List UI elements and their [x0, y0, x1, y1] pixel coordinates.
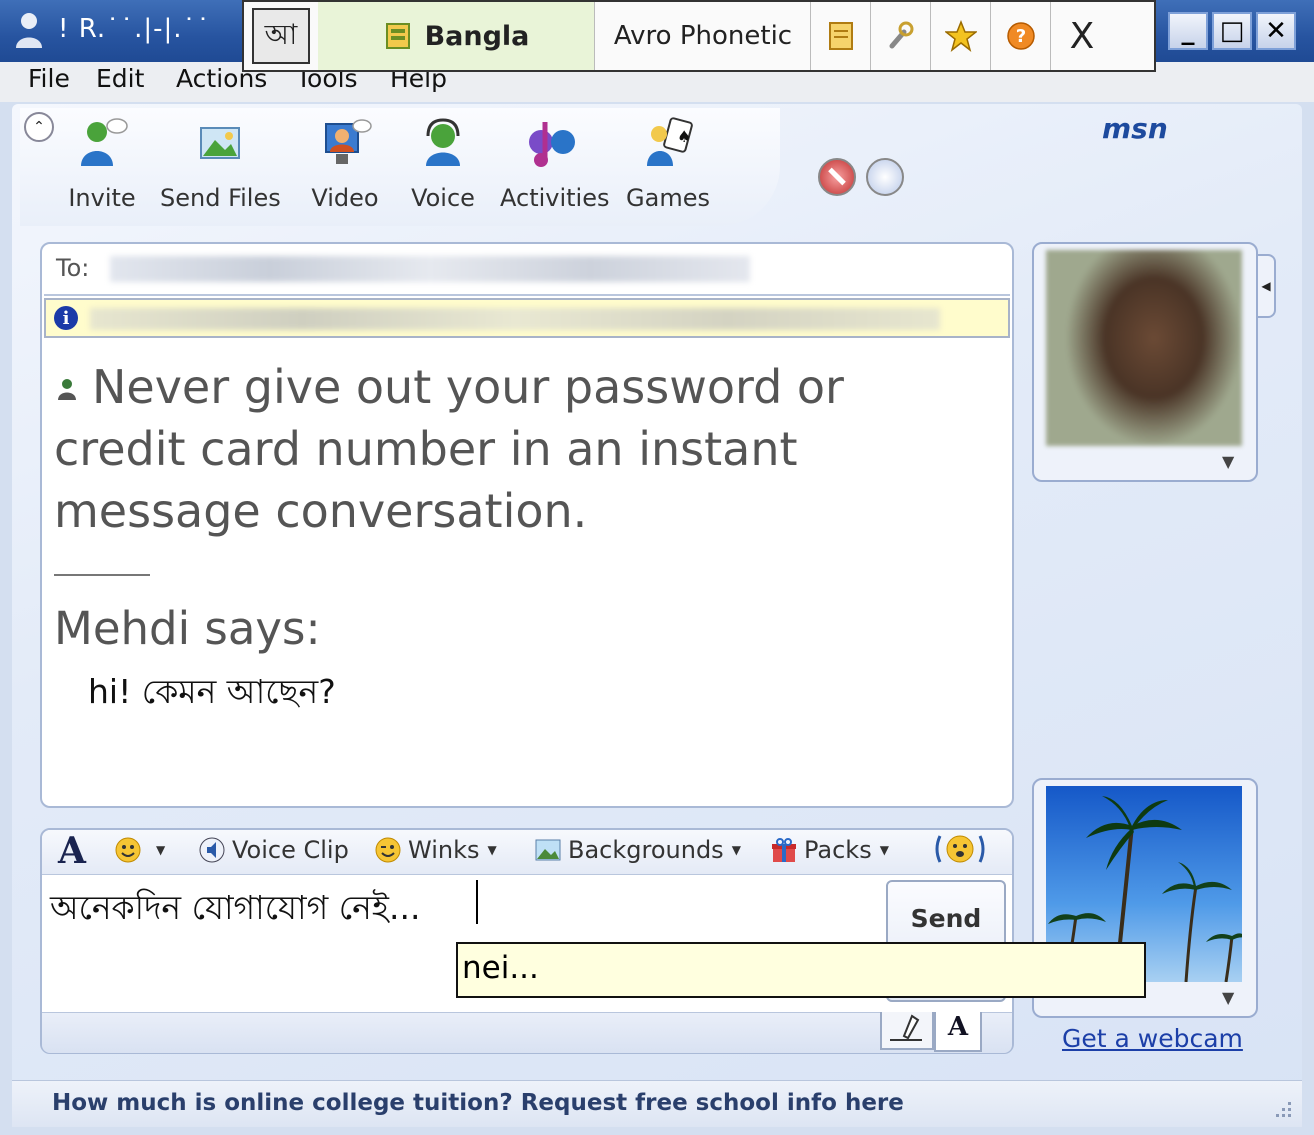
invite-label: Invite	[68, 184, 136, 212]
chevron-down-icon: ▼	[879, 843, 889, 857]
received-message: hi! কেমন আছেন?	[88, 672, 336, 711]
resize-grip-icon[interactable]	[1270, 1096, 1294, 1120]
tools-icon[interactable]	[872, 2, 931, 70]
window-title: ! R.˙˙.|-|.˙˙	[58, 14, 211, 44]
avro-mode-button[interactable]: আ	[252, 8, 310, 64]
message-divider	[54, 574, 150, 576]
voice-clip-button[interactable]: Voice Clip	[198, 836, 349, 864]
games-button[interactable]: ♠ Games	[626, 114, 710, 212]
type-tab[interactable]: A	[934, 1012, 982, 1052]
info-icon: i	[54, 306, 78, 330]
to-divider	[44, 294, 1010, 296]
activities-icon	[529, 122, 575, 167]
nudge-button[interactable]	[934, 832, 986, 866]
nudge-icon	[935, 835, 985, 863]
backgrounds-label: Backgrounds	[568, 836, 724, 864]
voice-clip-label: Voice Clip	[232, 836, 349, 864]
keyboard-icon	[385, 23, 410, 49]
notepad-icon[interactable]	[812, 2, 871, 70]
winks-icon	[375, 837, 401, 863]
chevron-down-icon[interactable]: ▼	[1222, 452, 1234, 471]
chevron-down-icon[interactable]: ▼	[1222, 988, 1234, 1007]
buddy-icon	[58, 379, 76, 400]
video-icon	[325, 119, 372, 164]
recipient-redacted	[110, 256, 750, 282]
send-files-icon	[200, 127, 240, 159]
pen-icon	[890, 1014, 922, 1041]
avro-close-button[interactable]: X	[1052, 2, 1112, 70]
chevron-down-icon: ▼	[156, 843, 166, 857]
collapse-toolbar-button[interactable]: ⌃	[24, 112, 54, 142]
video-button[interactable]: Video	[310, 114, 380, 212]
contact-display-picture	[1046, 250, 1242, 446]
chevron-down-icon: ▼	[731, 843, 741, 857]
activities-button[interactable]: Activities	[500, 114, 610, 212]
maximize-button[interactable]: □	[1212, 12, 1252, 50]
activities-label: Activities	[500, 184, 610, 212]
msn-app-icon[interactable]	[12, 10, 46, 50]
invite-icon	[81, 118, 128, 166]
gift-icon	[772, 838, 796, 862]
close-button[interactable]: ✕	[1256, 12, 1296, 50]
avro-language-label: Bangla	[424, 20, 530, 52]
sender-name: Mehdi says:	[54, 602, 321, 655]
minimize-button[interactable]: _	[1168, 12, 1208, 50]
to-label: To:	[56, 254, 90, 282]
star-icon[interactable]	[932, 2, 991, 70]
help-icon[interactable]: ?	[992, 2, 1051, 70]
block-contact-button[interactable]	[818, 158, 856, 196]
menu-edit[interactable]: Edit	[96, 64, 144, 93]
voice-label: Voice	[411, 184, 475, 212]
svg-text:?: ?	[1016, 26, 1026, 47]
advertisement-link[interactable]: How much is online college tuition? Requ…	[52, 1090, 904, 1116]
menu-file[interactable]: File	[28, 64, 70, 93]
invite-button[interactable]: Invite	[66, 114, 138, 212]
message-input[interactable]: অনেকদিন যোগাযোগ নেই...	[50, 882, 420, 938]
packs-button[interactable]: Packs ▼	[770, 836, 889, 864]
security-warning: Never give out your password or credit c…	[54, 360, 844, 538]
avro-layout-selector[interactable]: Avro Phonetic	[596, 2, 811, 70]
send-files-label: Send Files	[160, 184, 281, 212]
winks-button[interactable]: Winks ▼	[374, 836, 497, 864]
chevron-down-icon: ▼	[487, 843, 497, 857]
games-label: Games	[626, 184, 710, 212]
games-icon: ♠	[647, 117, 693, 166]
voice-icon	[426, 118, 460, 166]
send-files-button[interactable]: Send Files	[160, 114, 281, 212]
handwriting-tab[interactable]	[880, 1012, 934, 1050]
get-webcam-link[interactable]: Get a webcam	[1062, 1024, 1243, 1053]
change-theme-button[interactable]	[866, 158, 904, 196]
smiley-icon	[115, 837, 141, 863]
svg-text:♠: ♠	[677, 127, 691, 146]
packs-label: Packs	[804, 836, 872, 864]
avro-toolbar: আ Bangla Avro Phonetic ? X	[242, 0, 1156, 72]
avro-language-toggle[interactable]: Bangla	[318, 2, 595, 70]
info-text-redacted	[90, 308, 940, 330]
collapse-sidebar-button[interactable]: ◀	[1258, 254, 1276, 318]
video-label: Video	[311, 184, 379, 212]
msn-logo: msn	[1102, 112, 1168, 145]
avro-suggestion-popup[interactable]: nei...	[456, 942, 1146, 998]
input-mode-bar	[42, 1012, 1012, 1053]
voice-button[interactable]: Voice	[408, 114, 478, 212]
winks-label: Winks	[408, 836, 480, 864]
font-button[interactable]: A	[58, 830, 86, 872]
text-caret	[476, 880, 478, 924]
backgrounds-icon	[535, 839, 561, 861]
backgrounds-button[interactable]: Backgrounds ▼	[534, 836, 741, 864]
voice-clip-icon	[199, 837, 225, 863]
emoticon-button[interactable]: ▼	[114, 836, 165, 864]
